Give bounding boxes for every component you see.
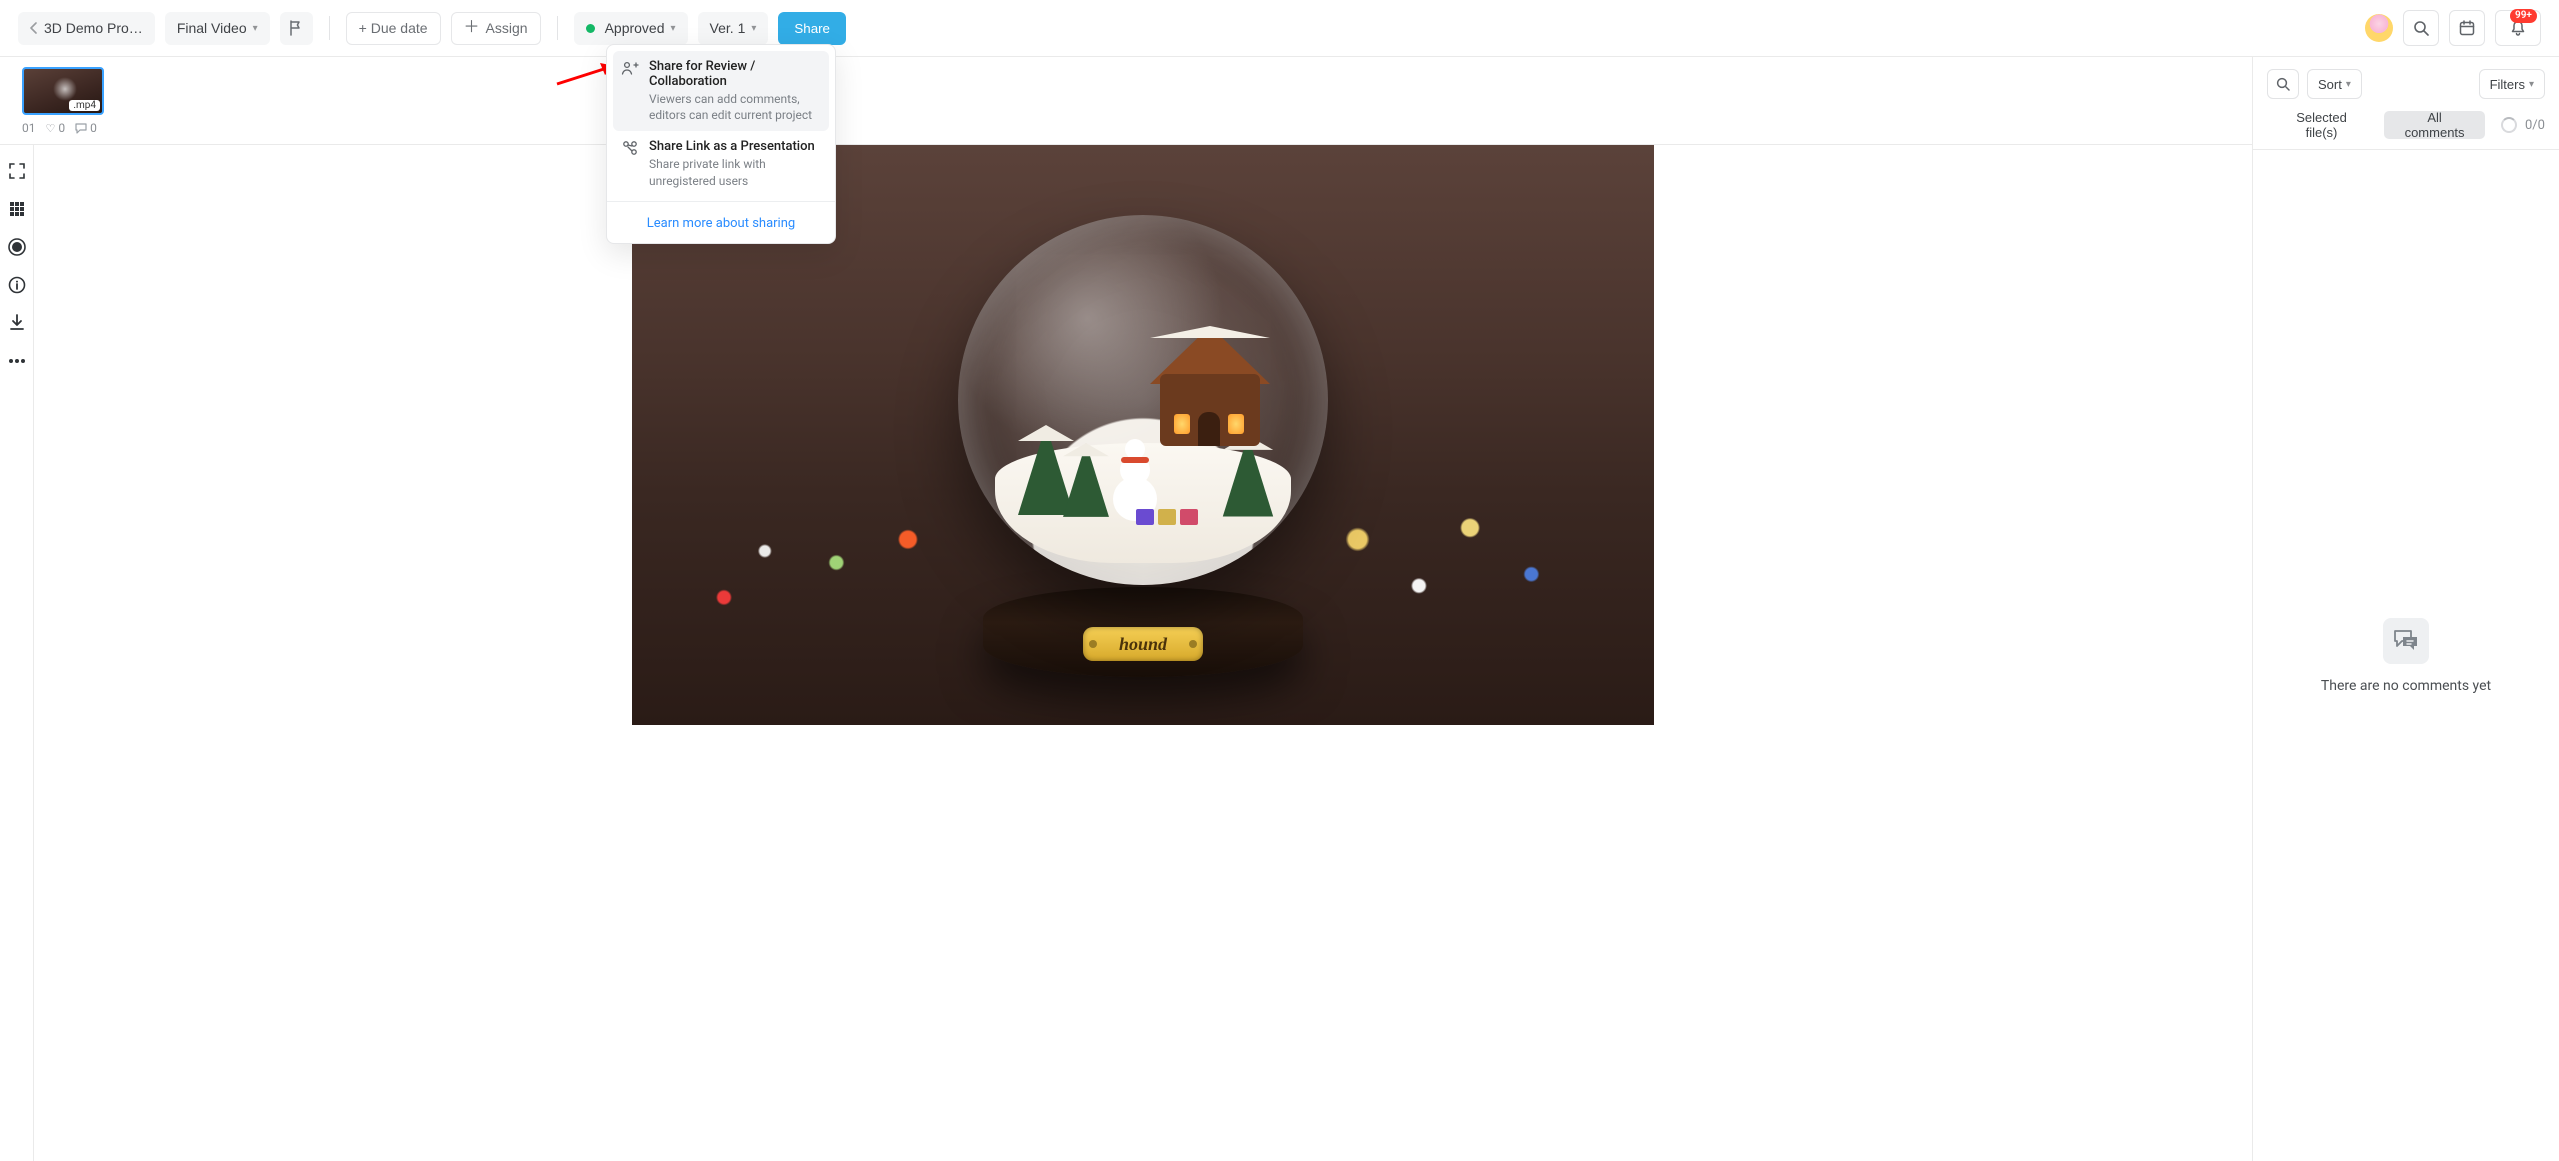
grid-icon (9, 201, 25, 217)
avatar[interactable] (2365, 14, 2393, 42)
assign-button[interactable]: ＋ Assign (451, 12, 541, 45)
search-icon (2276, 77, 2290, 91)
comments-empty-state: There are no comments yet (2253, 150, 2559, 1161)
comments-tabs: Selected file(s) All comments 0/0 (2253, 111, 2559, 150)
version-selector[interactable]: Ver. 1 ▾ (698, 12, 769, 45)
status-label: Approved (605, 20, 665, 36)
chevron-down-icon: ▾ (751, 23, 756, 34)
search-button[interactable] (2403, 10, 2439, 46)
search-icon (2413, 20, 2429, 36)
thumbnail-extension: .mp4 (69, 100, 100, 111)
filters-label: Filters (2490, 77, 2525, 92)
separator (557, 16, 558, 40)
tab-label: All comments (2396, 110, 2473, 140)
share-menu-item-title: Share for Review / Collaboration (649, 59, 821, 89)
comments-panel: Sort ▾ Filters ▾ Selected file(s) All co… (2252, 57, 2559, 1161)
sort-button[interactable]: Sort ▾ (2307, 69, 2362, 99)
chevron-down-icon: ▾ (253, 23, 258, 34)
thumbnail-image: .mp4 (22, 67, 104, 115)
tab-selected-files[interactable]: Selected file(s) (2267, 111, 2376, 139)
comment-icon (75, 123, 87, 134)
download-button[interactable] (7, 313, 27, 333)
link-icon (621, 139, 639, 188)
file-selector[interactable]: Final Video ▾ (165, 12, 270, 45)
viewer: hound (34, 145, 2252, 1161)
left-rail (0, 145, 34, 1161)
thumbnail-index: 01 (22, 121, 36, 135)
notifications-button[interactable]: 99+ (2495, 10, 2541, 46)
chevron-left-icon (30, 22, 38, 34)
flag-button[interactable] (280, 12, 313, 45)
status-dot-icon (586, 24, 595, 33)
comments-empty-icon (2383, 618, 2429, 664)
circle-filled-icon (8, 238, 26, 256)
info-button[interactable] (7, 275, 27, 295)
share-button[interactable]: Share (778, 12, 846, 45)
more-horizontal-icon (8, 358, 26, 364)
comments-count: 0/0 (2525, 118, 2545, 133)
project-label: 3D Demo Pro… (44, 20, 143, 36)
thumbnail-strip: .mp4 01 ♡ 0 0 (0, 57, 2252, 145)
chevron-down-icon: ▾ (2346, 79, 2351, 90)
grid-button[interactable] (7, 199, 27, 219)
separator (329, 16, 330, 40)
thumbnail-meta: 01 ♡ 0 0 (22, 121, 104, 135)
due-date-label: + Due date (359, 20, 428, 36)
share-menu-item-presentation[interactable]: Share Link as a Presentation Share priva… (613, 131, 829, 196)
project-breadcrumb[interactable]: 3D Demo Pro… (18, 12, 155, 45)
more-button[interactable] (7, 351, 27, 371)
notifications-badge: 99+ (2510, 9, 2537, 23)
calendar-icon (2459, 20, 2475, 36)
tab-label: Selected file(s) (2279, 110, 2364, 140)
share-label: Share (794, 21, 830, 36)
topbar: 3D Demo Pro… Final Video ▾ + Due date ＋ … (0, 0, 2559, 57)
comments-search-button[interactable] (2267, 69, 2299, 99)
comments-toolbar: Sort ▾ Filters ▾ (2253, 57, 2559, 111)
share-menu-item-subtitle: Share private link with unregistered use… (649, 156, 821, 188)
tab-all-comments[interactable]: All comments (2384, 111, 2485, 139)
share-menu-item-title: Share Link as a Presentation (649, 139, 821, 154)
globe-nameplate: hound (1083, 627, 1203, 661)
assign-label: Assign (486, 20, 528, 36)
snow-globe (958, 215, 1328, 585)
chevron-down-icon: ▾ (2529, 79, 2534, 90)
share-menu-learn-more[interactable]: Learn more about sharing (613, 206, 829, 237)
version-label: Ver. 1 (710, 20, 746, 36)
record-button[interactable] (7, 237, 27, 257)
comments-empty-text: There are no comments yet (2321, 678, 2491, 694)
status-selector[interactable]: Approved ▾ (574, 12, 688, 45)
main: .mp4 01 ♡ 0 0 (0, 57, 2559, 1161)
thumbnail[interactable]: .mp4 01 ♡ 0 0 (22, 67, 104, 135)
thumbnail-comments: 0 (90, 121, 97, 135)
chevron-down-icon: ▾ (671, 23, 676, 34)
share-menu-item-subtitle: Viewers can add comments, editors can ed… (649, 91, 821, 123)
center-column: .mp4 01 ♡ 0 0 (0, 57, 2252, 1161)
thumbnail-likes: 0 (58, 121, 65, 135)
calendar-button[interactable] (2449, 10, 2485, 46)
divider (607, 201, 835, 202)
file-label: Final Video (177, 20, 247, 36)
due-date-button[interactable]: + Due date (346, 12, 441, 45)
fullscreen-icon (9, 163, 25, 179)
people-icon (621, 59, 639, 123)
share-menu-item-review[interactable]: Share for Review / Collaboration Viewers… (613, 51, 829, 131)
loading-spinner-icon (2501, 117, 2517, 133)
info-icon (8, 276, 26, 294)
filters-button[interactable]: Filters ▾ (2479, 69, 2545, 99)
fullscreen-button[interactable] (7, 161, 27, 181)
heart-icon: ♡ (46, 122, 56, 135)
share-menu: Share for Review / Collaboration Viewers… (606, 44, 836, 244)
sort-label: Sort (2318, 77, 2342, 92)
flag-icon (288, 20, 304, 36)
download-icon (9, 314, 25, 332)
